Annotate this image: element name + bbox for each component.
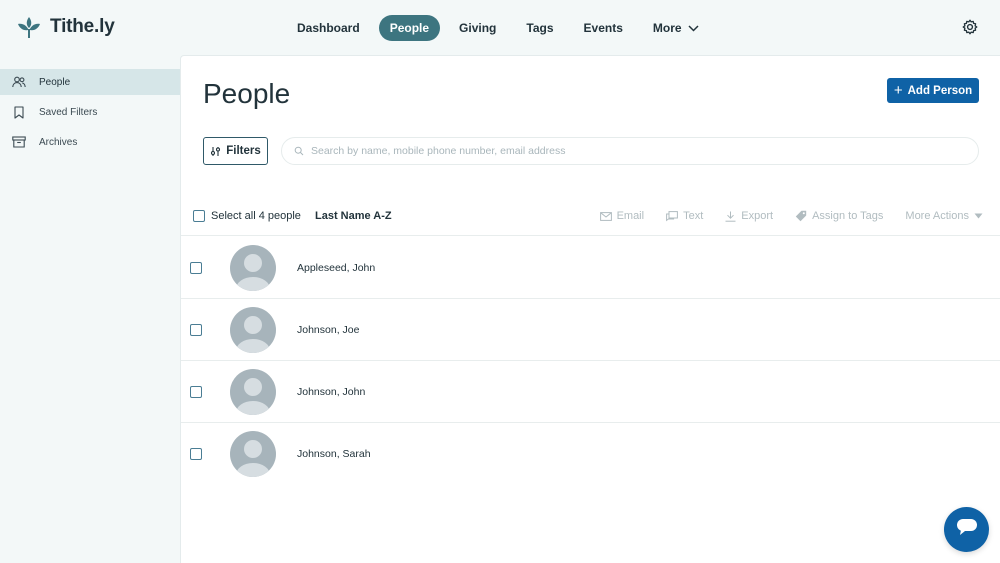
users-icon [12, 75, 26, 89]
select-all-checkbox[interactable] [193, 210, 205, 222]
avatar [230, 307, 276, 353]
avatar [230, 369, 276, 415]
nav-tags-label: Tags [526, 21, 554, 35]
archive-box-icon [12, 135, 26, 149]
nav-more[interactable]: More [642, 15, 710, 41]
more-actions-dropdown[interactable]: More Actions [905, 210, 983, 222]
row-checkbox[interactable] [190, 448, 202, 460]
sidebar-item-saved-filters-label: Saved Filters [39, 106, 98, 118]
filters-label: Filters [226, 145, 261, 157]
gear-icon[interactable] [962, 19, 978, 40]
sliders-icon [210, 146, 221, 157]
table-row[interactable]: Appleseed, John [181, 237, 1000, 299]
nav-people-label: People [389, 21, 430, 35]
message-icon [666, 210, 678, 222]
email-action[interactable]: Email [599, 210, 645, 222]
bulk-actions: Email Text Export Assign to Tags More Ac… [578, 210, 983, 222]
sidebar-item-people[interactable]: People [0, 69, 180, 95]
main-panel: People + Add Person Filters Select all 4… [180, 55, 1000, 563]
email-action-label: Email [616, 210, 645, 222]
person-name[interactable]: Johnson, John [297, 386, 365, 398]
chat-bubble-icon [956, 518, 978, 541]
download-icon [725, 211, 736, 222]
nav-tags[interactable]: Tags [515, 15, 564, 41]
main-nav: Dashboard People Giving Tags Events More [286, 15, 718, 41]
row-checkbox[interactable] [190, 324, 202, 336]
chevron-down-icon [688, 21, 699, 35]
sort-dropdown[interactable]: Last Name A-Z [315, 210, 392, 222]
list-toolbar: Select all 4 people Last Name A-Z Email … [181, 204, 1000, 236]
assign-tags-action[interactable]: Assign to Tags [795, 210, 883, 222]
person-name[interactable]: Johnson, Joe [297, 324, 359, 336]
assign-tags-label: Assign to Tags [812, 210, 884, 222]
filters-button[interactable]: Filters [203, 137, 268, 165]
text-action-label: Text [683, 210, 704, 222]
export-action[interactable]: Export [725, 210, 773, 222]
plus-icon: + [893, 82, 903, 99]
search-icon [294, 146, 304, 156]
nav-more-label: More [652, 21, 682, 35]
tag-icon [795, 210, 807, 222]
avatar [230, 431, 276, 477]
nav-giving[interactable]: Giving [448, 15, 507, 41]
caret-down-icon [974, 213, 983, 219]
table-row[interactable]: Johnson, John [181, 361, 1000, 423]
person-name[interactable]: Johnson, Sarah [297, 448, 371, 460]
row-checkbox[interactable] [190, 262, 202, 274]
sprout-logo-icon [16, 14, 42, 40]
text-action[interactable]: Text [666, 210, 703, 222]
page-title: People [203, 78, 291, 109]
nav-events[interactable]: Events [573, 15, 634, 41]
more-actions-label: More Actions [905, 210, 969, 222]
table-row[interactable]: Johnson, Sarah [181, 423, 1000, 485]
brand-name: Tithe.ly [50, 16, 115, 37]
sidebar-item-saved-filters[interactable]: Saved Filters [0, 99, 180, 125]
search-input[interactable] [311, 145, 951, 157]
bookmark-icon [12, 105, 26, 119]
mail-icon [599, 211, 612, 221]
sidebar-item-people-label: People [39, 76, 71, 88]
sidebar-item-archives[interactable]: Archives [0, 129, 180, 155]
nav-dashboard[interactable]: Dashboard [286, 15, 371, 41]
sidebar: People Saved Filters Archives [0, 56, 180, 563]
select-all[interactable]: Select all 4 people [193, 210, 301, 222]
add-person-button[interactable]: + Add Person [887, 78, 979, 103]
row-checkbox[interactable] [190, 386, 202, 398]
export-action-label: Export [741, 210, 774, 222]
search-box[interactable] [281, 137, 979, 165]
nav-people[interactable]: People [378, 15, 441, 41]
add-person-label: Add Person [907, 84, 973, 97]
brand-logo[interactable]: Tithe.ly [16, 14, 115, 40]
sidebar-item-archives-label: Archives [39, 136, 78, 148]
nav-events-label: Events [583, 21, 623, 35]
table-row[interactable]: Johnson, Joe [181, 299, 1000, 361]
select-all-label: Select all 4 people [211, 210, 301, 222]
nav-giving-label: Giving [459, 21, 497, 35]
chat-support-button[interactable] [944, 507, 989, 552]
nav-dashboard-label: Dashboard [297, 21, 360, 35]
avatar [230, 245, 276, 291]
person-name[interactable]: Appleseed, John [297, 262, 375, 274]
top-bar: Tithe.ly Dashboard People Giving Tags Ev… [0, 0, 1000, 56]
